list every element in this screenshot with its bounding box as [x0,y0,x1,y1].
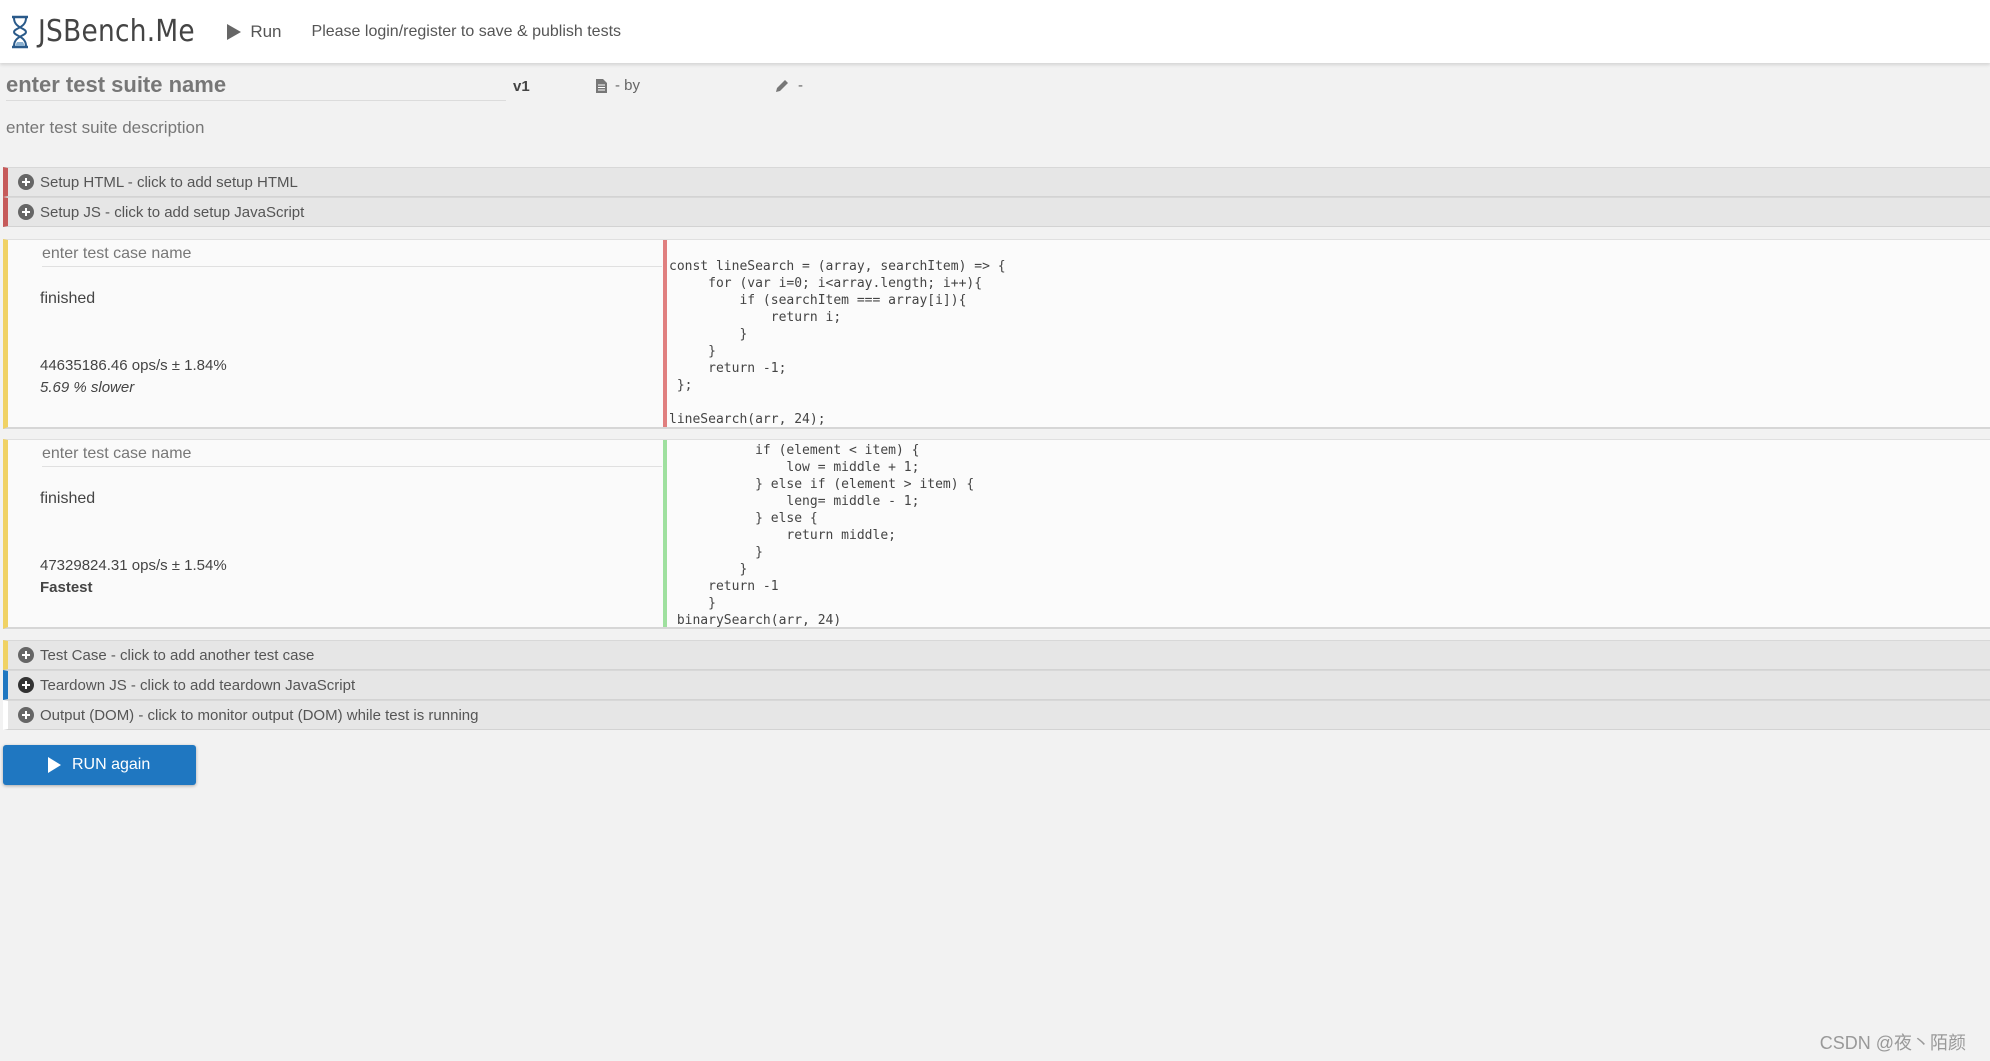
code-editor-1[interactable]: const lineSearch = (array, searchItem) =… [663,240,1990,427]
header-run-button[interactable]: Run [226,21,282,42]
by-label: - by [615,77,641,94]
suite-name-input[interactable]: enter test suite name [6,70,506,101]
setup-html-section[interactable]: Setup HTML - click to add setup HTML [3,167,1990,197]
edit-label: - [798,77,803,94]
test-case-ops: 44635186.46 ops/s ± 1.84% [40,357,227,374]
edit-info[interactable]: - [774,77,803,94]
logo-text: JSBench.Me [38,14,195,49]
plus-circle-icon [18,677,34,693]
setup-js-label: Setup JS - click to add setup JavaScript [40,203,305,221]
play-icon [227,23,242,40]
add-test-case-label: Test Case - click to add another test ca… [40,646,315,664]
output-dom-section[interactable]: Output (DOM) - click to monitor output (… [3,700,1990,730]
play-icon [48,757,61,773]
setup-js-section[interactable]: Setup JS - click to add setup JavaScript [3,197,1990,227]
test-case-name-input[interactable]: enter test case name [42,242,662,267]
hourglass-icon [12,15,28,48]
header-run-label: Run [250,21,282,41]
author-info: - by [596,77,640,94]
output-dom-label: Output (DOM) - click to monitor output (… [40,706,479,724]
suite-description-input[interactable]: enter test suite description [6,118,204,138]
plus-circle-icon [18,707,34,723]
code-editor-2[interactable]: if (element < item) { low = middle + 1; … [663,440,1990,627]
add-test-case-section[interactable]: Test Case - click to add another test ca… [3,640,1990,670]
setup-html-label: Setup HTML - click to add setup HTML [40,173,298,191]
teardown-js-label: Teardown JS - click to add teardown Java… [40,676,356,694]
watermark: CSDN @夜丶陌颜 [1819,1033,1966,1053]
logo[interactable]: JSBench.Me [8,14,216,50]
run-again-label: RUN again [72,756,151,773]
test-case-status: finished [40,490,96,507]
test-case-ops: 47329824.31 ops/s ± 1.54% [40,557,227,574]
plus-circle-icon [18,647,34,663]
login-message[interactable]: Please login/register to save & publish … [312,23,622,41]
pencil-icon [776,79,788,92]
test-case-name-input[interactable]: enter test case name [42,442,662,467]
test-case-info: enter test case name finished 44635186.4… [8,240,663,427]
teardown-js-section[interactable]: Teardown JS - click to add teardown Java… [3,670,1990,700]
plus-circle-icon [18,204,34,220]
test-case-relative: Fastest [40,579,93,596]
version-label: v1 [513,78,530,95]
test-case-info: enter test case name finished 47329824.3… [8,440,663,627]
run-again-button[interactable]: RUN again [3,745,196,785]
document-icon [596,78,607,93]
test-case-2: enter test case name finished 47329824.3… [3,439,1990,629]
code-text: const lineSearch = (array, searchItem) =… [669,259,1006,427]
plus-circle-icon [18,174,34,190]
code-text: if (element < item) { low = middle + 1; … [676,443,975,627]
top-bar: JSBench.Me Run Please login/register to … [0,0,1990,63]
test-case-status: finished [40,290,96,307]
test-case-relative: 5.69 % slower [40,379,135,396]
test-case-1: enter test case name finished 44635186.4… [3,239,1990,429]
